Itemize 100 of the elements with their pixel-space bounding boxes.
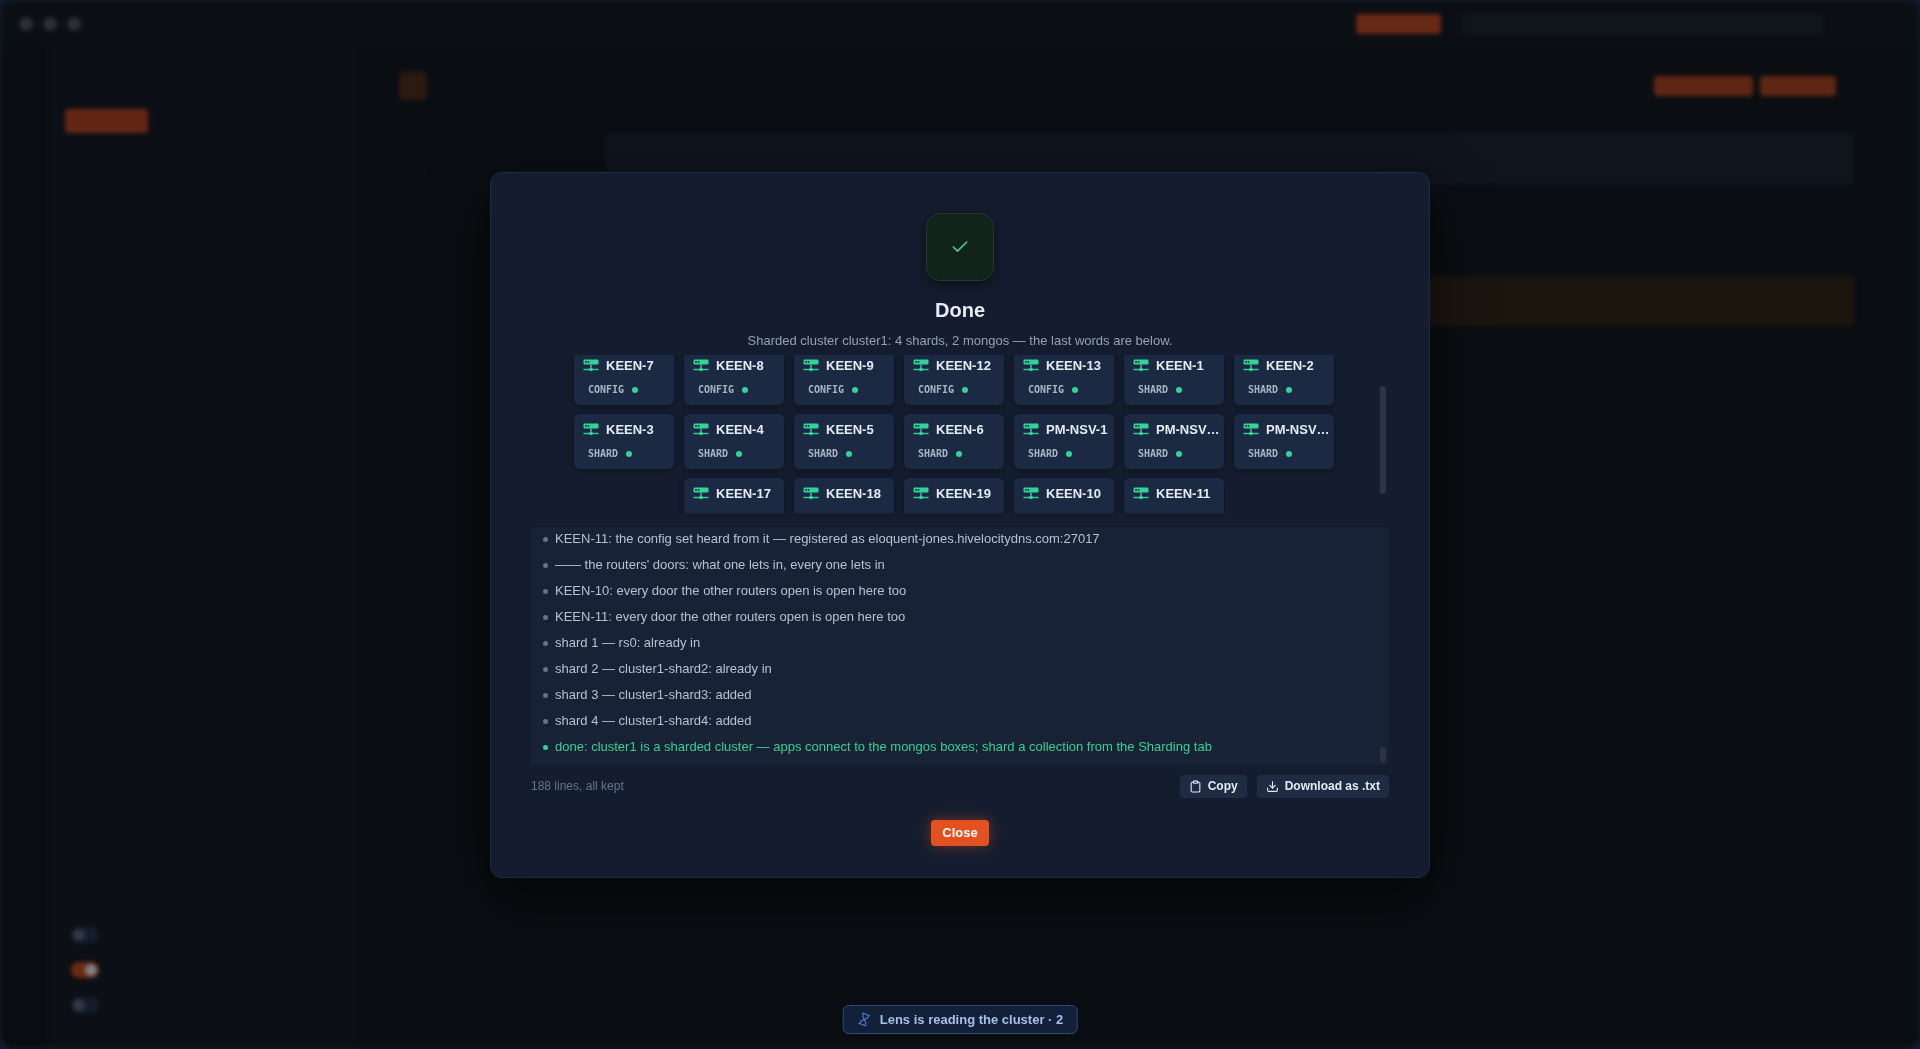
node-card[interactable]: PM-NSV… SHARD <box>1234 413 1334 469</box>
node-name: KEEN-13 <box>1046 357 1101 374</box>
node-card[interactable]: KEEN-9 CONFIG <box>794 354 894 405</box>
node-role: SHARD <box>588 447 619 460</box>
node-name: KEEN-18 <box>826 485 881 502</box>
node-card[interactable]: KEEN-6 SHARD <box>904 413 1004 469</box>
node-name: PM-NSV… <box>1156 421 1220 438</box>
node-card[interactable]: KEEN-12 CONFIG <box>904 354 1004 405</box>
node-role: CONFIG <box>808 383 845 396</box>
node-card[interactable]: KEEN-3 SHARD <box>574 413 674 469</box>
node-card[interactable]: KEEN-1 SHARD <box>1124 354 1224 405</box>
window-control-icon[interactable] <box>67 17 81 31</box>
bullet-icon <box>543 614 548 620</box>
node-name: KEEN-19 <box>936 485 991 502</box>
check-icon <box>926 212 994 281</box>
server-icon <box>803 487 819 500</box>
log-line: shard 2 — cluster1-shard2: already in <box>555 660 772 678</box>
log-line: KEEN-11: every door the other routers open is open here too <box>555 608 906 626</box>
log-line: KEEN-10: every door the other routers open is open here too <box>555 582 907 600</box>
server-icon <box>913 359 929 372</box>
bullet-icon <box>543 562 548 568</box>
node-name: KEEN-3 <box>606 421 654 438</box>
node-card[interactable]: PM-NSV-1 SHARD <box>1014 413 1114 469</box>
server-icon <box>913 423 929 436</box>
node-name: KEEN-6 <box>936 421 984 438</box>
node-name: KEEN-11 <box>1156 485 1211 502</box>
toast-text: Lens is reading the cluster · 2 <box>879 1010 1064 1029</box>
node-card[interactable]: KEEN-11 <box>1124 477 1224 513</box>
bullet-icon <box>543 536 548 542</box>
node-role: SHARD <box>808 447 839 460</box>
node-role: CONFIG <box>918 383 955 396</box>
dialog-subtitle: Sharded cluster cluster1: 4 shards, 2 mongos — the last words are below. <box>747 331 1173 350</box>
toolbar-button[interactable] <box>1356 14 1441 34</box>
node-card[interactable]: KEEN-13 CONFIG <box>1014 354 1114 405</box>
node-role: CONFIG <box>588 383 625 396</box>
node-role: SHARD <box>1138 447 1169 460</box>
log-line: done: cluster1 is a sharded cluster — apps connect to the mongos boxes; shard a collection from the Sharding tab <box>555 738 1212 756</box>
toolbar-button[interactable] <box>1654 76 1753 96</box>
close-button[interactable]: Close <box>931 819 989 846</box>
log-line: shard 4 — cluster1-shard4: added <box>555 712 752 730</box>
server-icon <box>1243 423 1259 436</box>
dialog-title: Done <box>935 297 985 323</box>
node-card[interactable]: KEEN-19 <box>904 477 1004 513</box>
node-role: CONFIG <box>1028 383 1065 396</box>
node-name: KEEN-7 <box>606 357 654 374</box>
line-count: 188 lines, all kept <box>531 778 624 795</box>
node-card[interactable]: KEEN-4 SHARD <box>684 413 784 469</box>
node-card[interactable]: KEEN-7 CONFIG <box>574 354 674 405</box>
log-line: KEEN-11: the config set heard from it — registered as eloquent-jones.hivelocitydns.com:27017 <box>555 530 1100 548</box>
bullet-icon <box>543 744 548 750</box>
server-icon <box>693 487 709 500</box>
server-icon <box>1133 423 1149 436</box>
bullet-icon <box>543 588 548 594</box>
server-icon <box>913 487 929 500</box>
log-line: shard 3 — cluster1-shard3: added <box>555 686 752 704</box>
toolbar-button[interactable] <box>1760 76 1836 96</box>
node-card[interactable]: KEEN-10 <box>1014 477 1114 513</box>
node-role: SHARD <box>1138 383 1169 396</box>
node-name: KEEN-12 <box>936 357 991 374</box>
node-card[interactable]: KEEN-17 <box>684 477 784 513</box>
window-control-icon[interactable] <box>19 17 33 31</box>
server-icon <box>1133 359 1149 372</box>
node-card[interactable]: KEEN-8 CONFIG <box>684 354 784 405</box>
node-name: KEEN-4 <box>716 421 764 438</box>
node-role: SHARD <box>698 447 729 460</box>
node-name: PM-NSV… <box>1266 421 1330 438</box>
node-card[interactable]: KEEN-2 SHARD <box>1234 354 1334 405</box>
server-icon <box>1023 423 1039 436</box>
toggle-switch[interactable] <box>71 997 99 1013</box>
node-card[interactable]: KEEN-5 SHARD <box>794 413 894 469</box>
hourglass-icon <box>855 1011 873 1028</box>
server-icon <box>693 359 709 372</box>
download-icon <box>1265 779 1279 793</box>
node-name: KEEN-5 <box>826 421 874 438</box>
server-icon <box>693 423 709 436</box>
download-button[interactable]: Download as .txt <box>1256 774 1389 798</box>
server-icon <box>1023 487 1039 500</box>
copy-button[interactable]: Copy <box>1179 774 1247 798</box>
window-control-icon[interactable] <box>43 17 57 31</box>
server-tile-icon <box>399 72 427 100</box>
node-role: SHARD <box>1248 383 1279 396</box>
toggle-switch[interactable] <box>71 962 99 978</box>
toggle-switch[interactable] <box>71 927 99 943</box>
node-card[interactable]: PM-NSV… SHARD <box>1124 413 1224 469</box>
toolbar-button[interactable] <box>65 109 148 133</box>
node-name: KEEN-1 <box>1156 357 1204 374</box>
bullet-icon <box>543 718 548 724</box>
node-name: KEEN-8 <box>716 357 764 374</box>
node-role: SHARD <box>918 447 949 460</box>
node-card[interactable]: KEEN-18 <box>794 477 894 513</box>
server-icon <box>803 423 819 436</box>
bullet-icon <box>543 692 548 698</box>
bullet-icon <box>543 640 548 646</box>
log-line: —— the routers' doors: what one lets in, every one lets in <box>555 556 885 574</box>
server-icon <box>1023 359 1039 372</box>
node-role: CONFIG <box>698 383 735 396</box>
node-name: PM-NSV-1 <box>1046 421 1108 438</box>
node-role: SHARD <box>1028 447 1059 460</box>
node-name: KEEN-2 <box>1266 357 1314 374</box>
node-name: KEEN-17 <box>716 485 771 502</box>
